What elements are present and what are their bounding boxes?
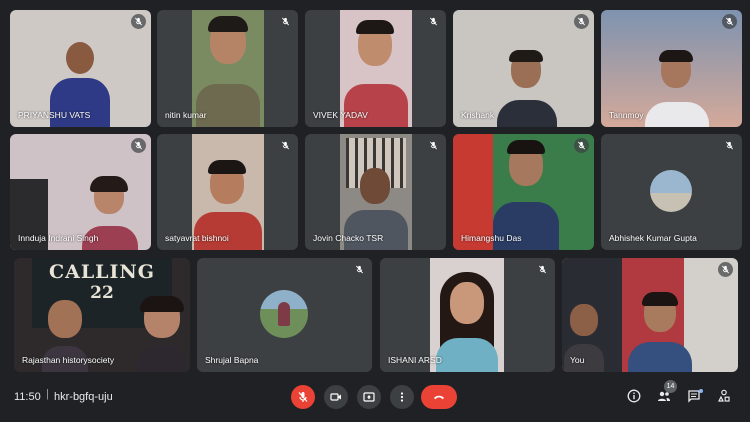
participant-tile[interactable]: Abhishek Kumar Gupta (601, 134, 742, 250)
participant-name: You (570, 355, 585, 365)
participant-name: ISHANI ARSD (388, 355, 442, 365)
participant-name: PRIYANSHU VATS (18, 110, 91, 120)
mic-off-icon (278, 138, 293, 153)
participant-name: Shrujal Bapna (205, 355, 259, 365)
mic-off-icon (722, 138, 737, 153)
participant-name: Himangshu Das (461, 233, 522, 243)
call-end-icon (434, 395, 444, 400)
participant-name: Jovin Chacko TSR (313, 233, 384, 243)
participant-name: Rajasthan historysociety (22, 355, 115, 365)
leave-call-button[interactable] (421, 385, 457, 409)
participant-name: Innduja Indrani Singh (18, 233, 99, 243)
participant-tile[interactable]: PRIYANSHU VATS (10, 10, 151, 127)
participant-name: satyavrat bishnoi (165, 233, 229, 243)
separator: | (46, 388, 49, 400)
info-icon (627, 389, 641, 403)
mic-off-icon (718, 262, 733, 277)
participant-name: VIVEK YADAV (313, 110, 368, 120)
mic-off-icon (352, 262, 367, 277)
camera-toggle-button[interactable] (324, 385, 348, 409)
more-options-button[interactable] (390, 385, 414, 409)
participant-tile[interactable]: Innduja Indrani Singh (10, 134, 151, 250)
activities-icon (718, 389, 730, 402)
control-bar: 11:50 | hkr-bgfq-uju 14 (0, 372, 750, 422)
mic-off-icon (722, 14, 737, 29)
participant-tile[interactable]: Shrujal Bapna (197, 258, 372, 372)
participant-video (628, 292, 692, 372)
activities-button[interactable] (714, 386, 734, 406)
participant-name: Tannmoy (609, 110, 644, 120)
avatar (260, 290, 308, 338)
participant-name: Abhishek Kumar Gupta (609, 233, 697, 243)
participant-name: Krishank (461, 110, 495, 120)
participant-video (138, 296, 186, 372)
meeting-details-button[interactable] (624, 386, 644, 406)
participant-video (645, 50, 709, 127)
camera-icon (330, 393, 341, 401)
participant-tile[interactable]: Tannmoy (601, 10, 742, 127)
banner-text: CALLING (48, 261, 156, 283)
present-button[interactable] (357, 385, 381, 409)
meeting-time: 11:50 (14, 391, 41, 403)
participant-count-badge: 14 (664, 380, 677, 393)
participant-tile[interactable]: ISHANI ARSD (380, 258, 555, 372)
avatar (650, 170, 692, 212)
participant-tile[interactable]: You (562, 258, 738, 372)
mic-off-icon (535, 262, 550, 277)
more-vert-icon (400, 392, 404, 402)
mic-off-icon (278, 14, 293, 29)
participant-name: nitin kumar (165, 110, 207, 120)
mic-off-icon (131, 138, 146, 153)
participant-tile[interactable]: Himangshu Das (453, 134, 594, 250)
mic-off-icon (131, 14, 146, 29)
participant-tile[interactable]: VIVEK YADAV (305, 10, 446, 127)
mic-off-icon (298, 392, 308, 402)
mic-off-icon (426, 14, 441, 29)
mic-off-icon (574, 14, 589, 29)
mic-off-icon (426, 138, 441, 153)
mic-off-icon (574, 138, 589, 153)
chat-notification-dot (699, 389, 703, 393)
participant-tile[interactable]: satyavrat bishnoi (157, 134, 298, 250)
participant-tile[interactable]: Jovin Chacko TSR (305, 134, 446, 250)
participant-tile[interactable]: Krishank (453, 10, 594, 127)
present-icon (363, 392, 375, 402)
participant-video (497, 50, 557, 127)
meeting-code: hkr-bgfq-uju (54, 391, 113, 403)
mic-toggle-button[interactable] (291, 385, 315, 409)
participant-tile[interactable]: nitin kumar (157, 10, 298, 127)
participant-tile[interactable]: CALLING 22 Rajasthan historysociety (14, 258, 190, 372)
